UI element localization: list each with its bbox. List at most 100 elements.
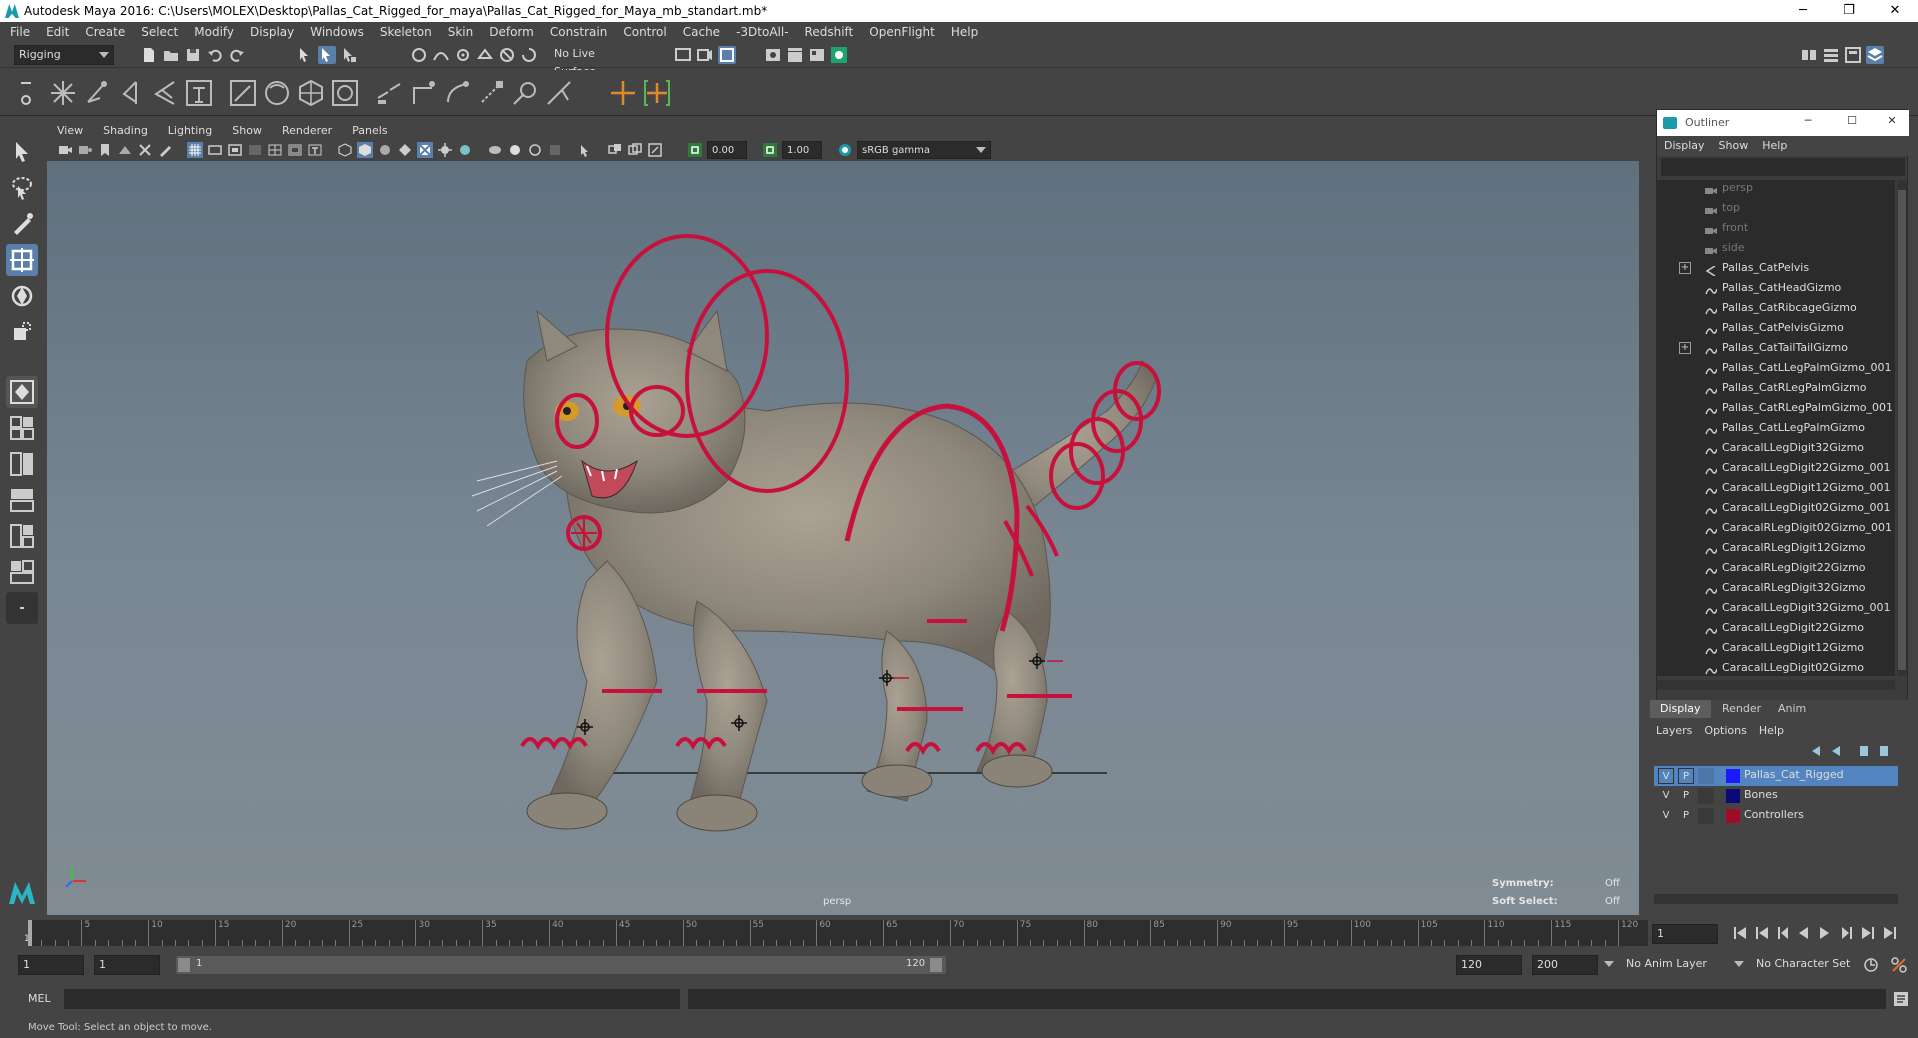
auto-key-icon[interactable] bbox=[1862, 956, 1880, 974]
rotate-tool-icon[interactable] bbox=[6, 280, 38, 312]
outliner-item[interactable]: CaracalRLegDigit12Gizmo bbox=[1657, 538, 1895, 558]
orient-constraint-icon[interactable] bbox=[442, 78, 472, 108]
gate-mask-icon[interactable] bbox=[247, 142, 263, 158]
motion-blur-icon[interactable] bbox=[627, 142, 643, 158]
playhead[interactable] bbox=[28, 920, 32, 946]
shadows-icon[interactable] bbox=[457, 142, 473, 158]
outliner-item[interactable]: persp bbox=[1657, 180, 1895, 198]
outliner-item[interactable]: CaracalLLegDigit02Gizmo_001 bbox=[1657, 498, 1895, 518]
minus-layout-icon[interactable] bbox=[6, 592, 38, 624]
outliner-item[interactable]: Pallas_CatRLegPalmGizmo bbox=[1657, 378, 1895, 398]
panel-menu-lighting[interactable]: Lighting bbox=[158, 121, 222, 141]
insert-joint-icon[interactable] bbox=[82, 78, 112, 108]
outliner-item[interactable]: top bbox=[1657, 198, 1895, 218]
menu-help[interactable]: Help bbox=[943, 22, 986, 42]
layer-menu-options[interactable]: Options bbox=[1698, 724, 1752, 737]
menu-file[interactable]: File bbox=[2, 22, 38, 42]
panel-menu-shading[interactable]: Shading bbox=[93, 121, 158, 141]
new-scene-icon[interactable] bbox=[140, 46, 158, 64]
aim-constraint-icon[interactable] bbox=[510, 78, 540, 108]
default-material-icon[interactable] bbox=[377, 142, 393, 158]
range-slider-right-handle[interactable] bbox=[930, 958, 942, 972]
lasso-tool-icon[interactable] bbox=[6, 172, 38, 204]
current-frame-field[interactable]: 1 bbox=[1652, 924, 1718, 944]
layer-visibility-toggle[interactable]: V bbox=[1658, 808, 1674, 824]
ipr-render-icon[interactable] bbox=[718, 46, 736, 64]
channel-box-icon[interactable] bbox=[1866, 46, 1884, 64]
panel-menu-view[interactable]: View bbox=[47, 121, 93, 141]
layer-display-type-toggle[interactable] bbox=[1698, 808, 1714, 824]
layer-color-swatch[interactable] bbox=[1726, 769, 1740, 783]
layer-row[interactable]: V P Bones bbox=[1654, 786, 1898, 806]
side-by-side-layout-icon[interactable] bbox=[6, 448, 38, 480]
outliner-menu-display[interactable]: Display bbox=[1657, 136, 1712, 156]
gamma-field[interactable]: 1.00 bbox=[782, 141, 822, 159]
close-button[interactable]: ✕ bbox=[1872, 0, 1918, 22]
live-surface-field[interactable]: No Live Surface bbox=[550, 45, 640, 78]
locator-icon[interactable] bbox=[608, 78, 638, 108]
outliner-item[interactable]: CaracalLLegDigit32Gizmo_001 bbox=[1657, 598, 1895, 618]
undo-icon[interactable] bbox=[206, 46, 224, 64]
expand-icon[interactable]: + bbox=[1679, 262, 1691, 274]
outliner-maximize-button[interactable]: ☐ bbox=[1837, 114, 1867, 127]
clapper-icon[interactable] bbox=[786, 46, 804, 64]
script-editor-icon[interactable] bbox=[1892, 990, 1910, 1008]
layer-display-type-toggle[interactable] bbox=[1698, 768, 1714, 784]
menu-deform[interactable]: Deform bbox=[481, 22, 542, 42]
perspective-viewport[interactable]: persp Symmetry: Off Soft Select: Off bbox=[47, 161, 1639, 915]
layer-visibility-toggle[interactable]: V bbox=[1658, 768, 1674, 784]
outliner-item[interactable]: CaracalLLegDigit12Gizmo_001 bbox=[1657, 478, 1895, 498]
layer-display-type-toggle[interactable] bbox=[1698, 788, 1714, 804]
character-set-dropdown[interactable]: No Character Set bbox=[1752, 955, 1862, 975]
menu-modify[interactable]: Modify bbox=[186, 22, 242, 42]
outliner-item[interactable]: + Pallas_CatPelvis bbox=[1657, 258, 1895, 278]
exposure-field[interactable]: 0.00 bbox=[707, 141, 747, 159]
textured-icon[interactable] bbox=[417, 142, 433, 158]
layer-hscrollbar[interactable] bbox=[1654, 894, 1898, 904]
menu-skin[interactable]: Skin bbox=[440, 22, 482, 42]
outliner-item[interactable]: CaracalLLegDigit22Gizmo_001 bbox=[1657, 458, 1895, 478]
tool-settings-icon[interactable] bbox=[1844, 46, 1862, 64]
layer-row[interactable]: V P Controllers bbox=[1654, 806, 1898, 826]
playback-end-field[interactable]: 120 bbox=[1456, 955, 1522, 975]
render-view-icon[interactable] bbox=[674, 46, 692, 64]
select-tool-icon[interactable] bbox=[6, 136, 38, 168]
persp-graph-layout-icon[interactable] bbox=[6, 520, 38, 552]
outliner-item[interactable]: Pallas_CatPelvisGizmo bbox=[1657, 318, 1895, 338]
menu-display[interactable]: Display bbox=[242, 22, 302, 42]
scale-tool-icon[interactable] bbox=[6, 316, 38, 348]
multisample-aa-icon[interactable] bbox=[647, 142, 663, 158]
resolution-gate-icon[interactable] bbox=[227, 142, 243, 158]
layer-menu-help[interactable]: Help bbox=[1753, 724, 1790, 737]
command-input[interactable] bbox=[64, 989, 680, 1009]
paint-weights-icon[interactable] bbox=[262, 78, 292, 108]
snap-point-icon[interactable] bbox=[454, 46, 472, 64]
outliner-scrollbar-thumb[interactable] bbox=[1898, 190, 1906, 670]
menu-redshift[interactable]: Redshift bbox=[797, 22, 862, 42]
expand-icon[interactable]: + bbox=[1679, 342, 1691, 354]
move-tool-icon[interactable] bbox=[6, 244, 38, 276]
animation-preferences-icon[interactable] bbox=[1890, 956, 1908, 974]
layer-menu-layers[interactable]: Layers bbox=[1650, 724, 1698, 737]
outliner-hscrollbar[interactable] bbox=[1657, 680, 1895, 690]
outliner-item[interactable]: front bbox=[1657, 218, 1895, 238]
layer-playback-toggle[interactable]: P bbox=[1678, 768, 1694, 784]
select-object-icon[interactable] bbox=[318, 46, 336, 64]
outliner-search-input[interactable] bbox=[1661, 158, 1905, 176]
menu-select[interactable]: Select bbox=[133, 22, 186, 42]
chevron-down-icon[interactable] bbox=[1734, 961, 1744, 967]
outliner-item[interactable]: CaracalRLegDigit02Gizmo_001 bbox=[1657, 518, 1895, 538]
pole-vector-icon[interactable] bbox=[544, 78, 574, 108]
tab-display-layers[interactable]: Display bbox=[1650, 700, 1711, 718]
save-scene-icon[interactable] bbox=[184, 46, 202, 64]
menu-edit[interactable]: Edit bbox=[38, 22, 77, 42]
create-joints-icon[interactable] bbox=[48, 78, 78, 108]
maximize-button[interactable]: ❐ bbox=[1826, 0, 1872, 22]
modeling-toolkit-icon[interactable] bbox=[1800, 46, 1818, 64]
menu-create[interactable]: Create bbox=[77, 22, 133, 42]
colorspace-dropdown[interactable]: sRGB gamma bbox=[857, 141, 991, 159]
xray-components-icon[interactable] bbox=[527, 142, 543, 158]
panel-menu-show[interactable]: Show bbox=[222, 121, 272, 141]
outliner-item[interactable]: CaracalLLegDigit02Gizmo bbox=[1657, 658, 1895, 676]
outliner-item[interactable]: CaracalLLegDigit32Gizmo bbox=[1657, 438, 1895, 458]
